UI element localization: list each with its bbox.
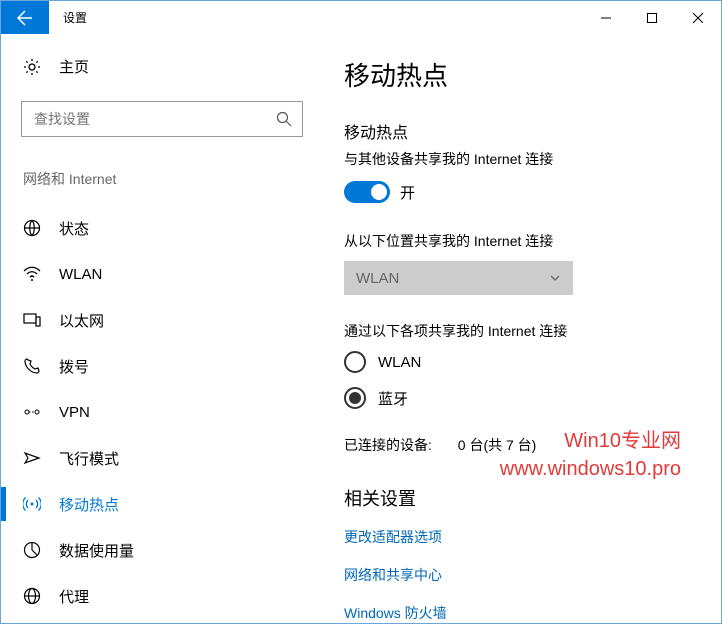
home-link[interactable]: 主页 (23, 56, 316, 77)
connected-label: 已连接的设备: (344, 437, 432, 453)
toggle-state-label: 开 (400, 182, 415, 203)
sidebar-item-dialup[interactable]: 拨号 (21, 343, 316, 389)
hotspot-toggle[interactable]: 开 (344, 181, 701, 203)
radio-label: WLAN (378, 354, 421, 371)
data-icon (23, 541, 41, 559)
wifi-icon (23, 265, 41, 283)
sidebar-item-hotspot[interactable]: 移动热点 (21, 481, 316, 527)
arrow-left-icon (17, 10, 33, 26)
share-via-label: 通过以下各项共享我的 Internet 连接 (344, 321, 701, 341)
sidebar-item-label: 飞行模式 (59, 448, 119, 469)
radio-label: 蓝牙 (378, 388, 408, 409)
toggle-track (344, 181, 390, 203)
sidebar-item-ethernet[interactable]: 以太网 (21, 297, 316, 343)
sidebar-item-label: 拨号 (59, 356, 89, 377)
sidebar-item-label: 数据使用量 (59, 540, 134, 561)
maximize-icon (647, 13, 657, 23)
window-title: 设置 (49, 1, 583, 34)
gear-icon (23, 58, 41, 76)
share-from-label: 从以下位置共享我的 Internet 连接 (344, 231, 701, 251)
close-button[interactable] (675, 1, 721, 34)
sidebar-item-proxy[interactable]: 代理 (21, 573, 316, 619)
related-heading: 相关设置 (344, 485, 701, 511)
vpn-icon (23, 403, 41, 421)
proxy-icon (23, 587, 41, 605)
link-adapter-options[interactable]: 更改适配器选项 (344, 527, 701, 547)
link-firewall[interactable]: Windows 防火墙 (344, 603, 701, 623)
maximize-button[interactable] (629, 1, 675, 34)
radio-circle-icon (344, 351, 366, 373)
hotspot-icon (23, 495, 41, 513)
link-sharing-center[interactable]: 网络和共享中心 (344, 565, 701, 585)
chevron-down-icon (549, 272, 561, 284)
sidebar-item-vpn[interactable]: VPN (21, 389, 316, 435)
sidebar-item-wlan[interactable]: WLAN (21, 251, 316, 297)
sidebar-item-label: 代理 (59, 586, 89, 607)
radio-wlan[interactable]: WLAN (344, 351, 701, 373)
section-header: 网络和 Internet (23, 169, 316, 189)
page-title: 移动热点 (344, 56, 701, 93)
search-box[interactable] (21, 101, 303, 137)
sidebar-item-datausage[interactable]: 数据使用量 (21, 527, 316, 573)
share-from-dropdown[interactable]: WLAN (344, 261, 573, 295)
ethernet-icon (23, 311, 41, 329)
phone-icon (23, 357, 41, 375)
minimize-button[interactable] (583, 1, 629, 34)
sidebar-item-airplane[interactable]: 飞行模式 (21, 435, 316, 481)
search-input[interactable] (32, 110, 276, 128)
sidebar-item-label: 移动热点 (59, 494, 119, 515)
sidebar-item-status[interactable]: 状态 (21, 205, 316, 251)
share-description: 与其他设备共享我的 Internet 连接 (344, 149, 701, 169)
share-heading: 移动热点 (344, 119, 701, 143)
sidebar-item-label: WLAN (59, 266, 102, 283)
radio-bluetooth[interactable]: 蓝牙 (344, 387, 701, 409)
sidebar-item-label: 状态 (59, 218, 89, 239)
radio-circle-icon (344, 387, 366, 409)
back-button[interactable] (1, 1, 49, 34)
globe-icon (23, 219, 41, 237)
sidebar-item-label: 以太网 (59, 310, 104, 331)
airplane-icon (23, 449, 41, 467)
search-icon (276, 111, 292, 127)
home-label: 主页 (59, 56, 89, 77)
dropdown-value: WLAN (356, 270, 399, 287)
close-icon (693, 13, 703, 23)
minimize-icon (601, 13, 611, 23)
connected-value: 0 台(共 7 台) (458, 437, 537, 453)
sidebar-item-label: VPN (59, 404, 90, 421)
